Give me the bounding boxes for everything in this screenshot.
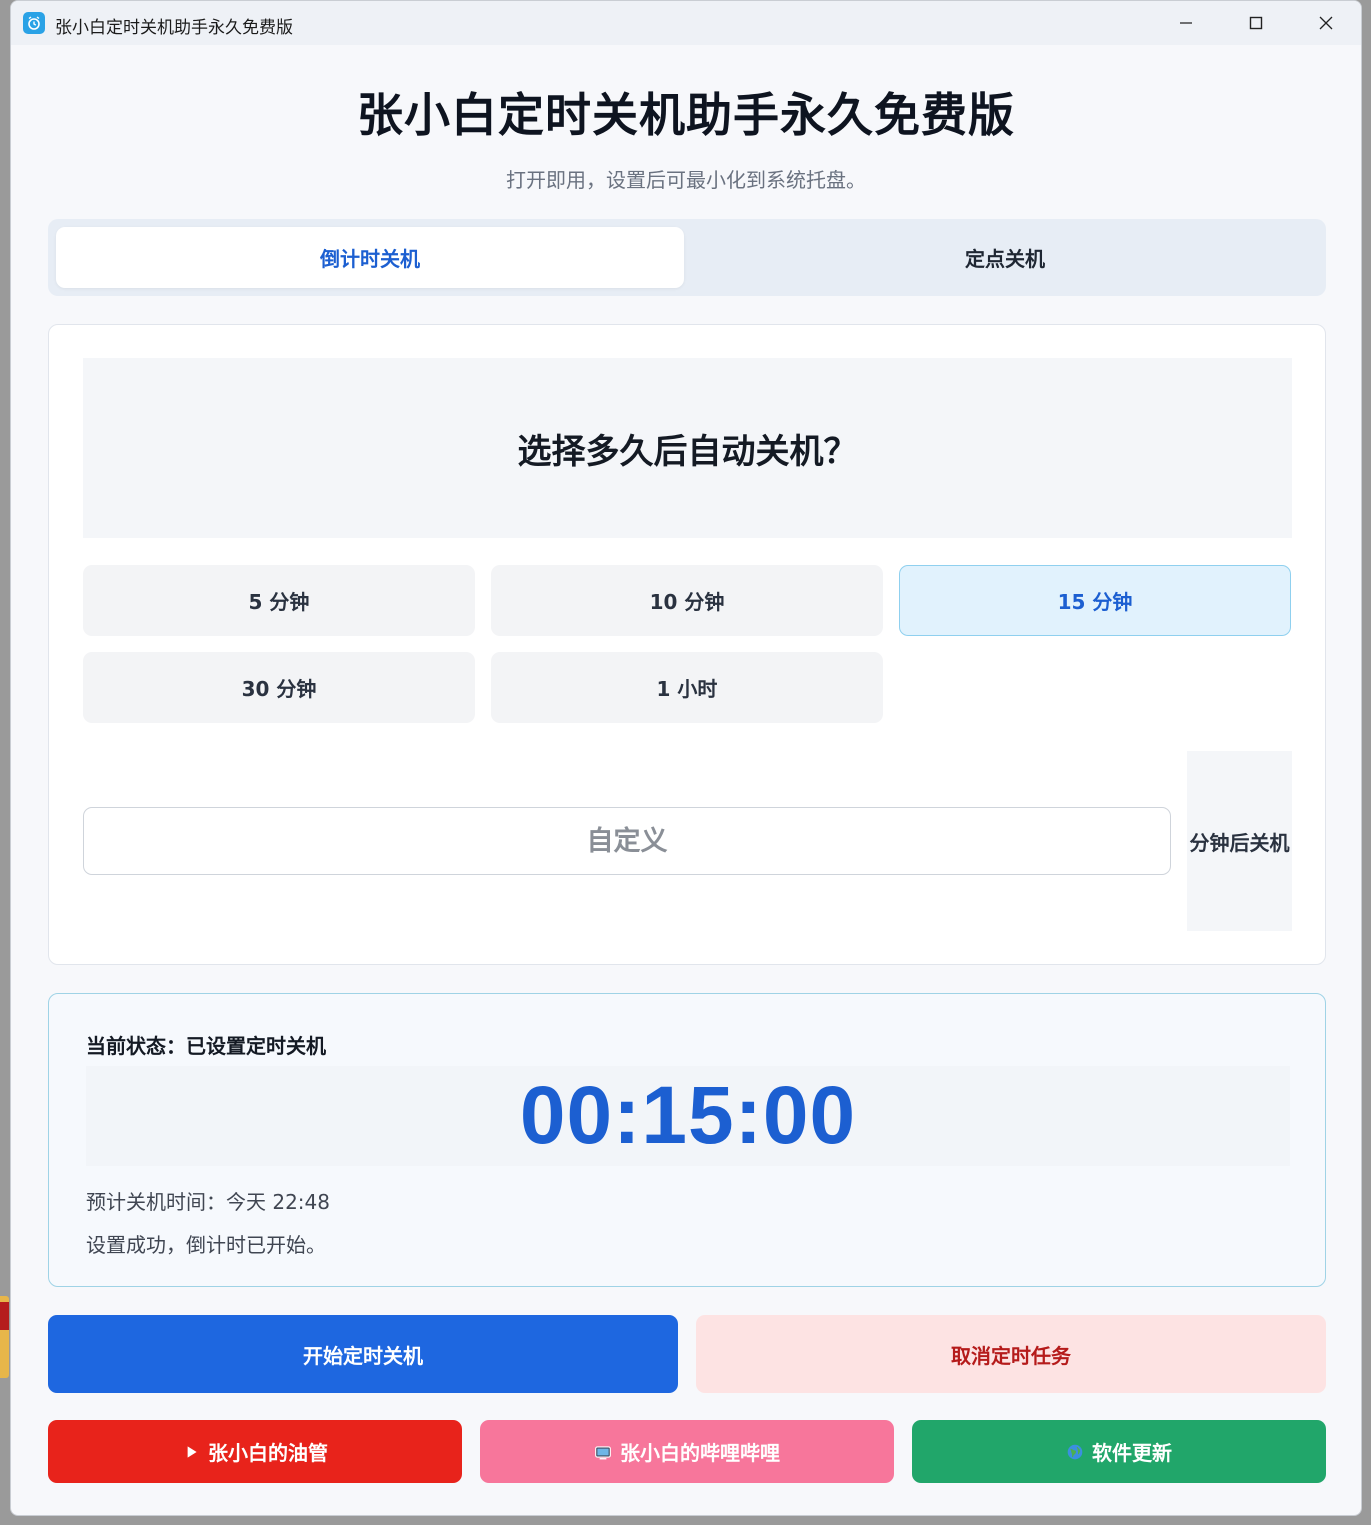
shutdown-eta: 预计关机时间：今天 22:48	[86, 1190, 330, 1214]
update-button[interactable]: 软件更新	[912, 1420, 1326, 1483]
question-box: 选择多久后自动关机？	[83, 358, 1292, 538]
option-15-min[interactable]: 15 分钟	[899, 565, 1291, 636]
timer-box: 00:15:00	[86, 1066, 1290, 1166]
tab-scheduled[interactable]: 定点关机	[684, 227, 1326, 288]
mode-tabs: 倒计时关机 定点关机	[48, 219, 1326, 296]
globe-icon	[1067, 1444, 1083, 1459]
countdown-timer: 00:15:00	[519, 1070, 857, 1161]
custom-minutes-input[interactable]	[83, 807, 1171, 875]
minimize-button[interactable]	[1163, 8, 1209, 38]
question-heading: 选择多久后自动关机？	[517, 431, 858, 472]
app-window: 张小白定时关机助手永久免费版 张小白定时关机助手永久免费版 打开即用，设置后可最…	[10, 0, 1362, 1516]
option-5-min[interactable]: 5 分钟	[83, 565, 475, 636]
cancel-task-button[interactable]: 取消定时任务	[696, 1315, 1326, 1393]
youtube-link-label: 张小白的油管	[208, 1441, 328, 1465]
background-app-strip	[0, 1296, 9, 1378]
bilibili-link-button[interactable]: 张小白的哔哩哔哩	[480, 1420, 894, 1483]
custom-unit-label: 分钟后关机	[1187, 751, 1292, 931]
option-30-min[interactable]: 30 分钟	[83, 652, 475, 723]
start-shutdown-button[interactable]: 开始定时关机	[48, 1315, 678, 1393]
tab-countdown[interactable]: 倒计时关机	[56, 227, 684, 288]
bilibili-link-label: 张小白的哔哩哔哩	[620, 1441, 780, 1465]
countdown-card: 选择多久后自动关机？ 5 分钟 10 分钟 15 分钟 30 分钟 1 小时 分…	[48, 324, 1326, 965]
title-bar: 张小白定时关机助手永久免费版	[11, 1, 1361, 45]
maximize-button[interactable]	[1233, 8, 1279, 38]
close-icon	[1319, 16, 1333, 30]
update-label: 软件更新	[1092, 1441, 1172, 1465]
close-button[interactable]	[1303, 8, 1349, 38]
option-10-min[interactable]: 10 分钟	[491, 565, 883, 636]
play-icon	[187, 1445, 197, 1458]
status-panel: 当前状态：已设置定时关机 00:15:00 预计关机时间：今天 22:48 设置…	[48, 993, 1326, 1287]
status-message: 设置成功，倒计时已开始。	[86, 1233, 326, 1257]
youtube-link-button[interactable]: 张小白的油管	[48, 1420, 462, 1483]
minimize-icon	[1180, 22, 1192, 24]
window-title: 张小白定时关机助手永久免费版	[55, 18, 293, 38]
alarm-clock-icon	[23, 12, 45, 34]
status-text: 当前状态：已设置定时关机	[86, 1034, 326, 1058]
tv-icon	[595, 1445, 611, 1459]
page-subtitle: 打开即用，设置后可最小化到系统托盘。	[506, 168, 866, 192]
page-title: 张小白定时关机助手永久免费版	[357, 88, 1015, 142]
maximize-icon	[1249, 16, 1263, 30]
option-1-hour[interactable]: 1 小时	[491, 652, 883, 723]
